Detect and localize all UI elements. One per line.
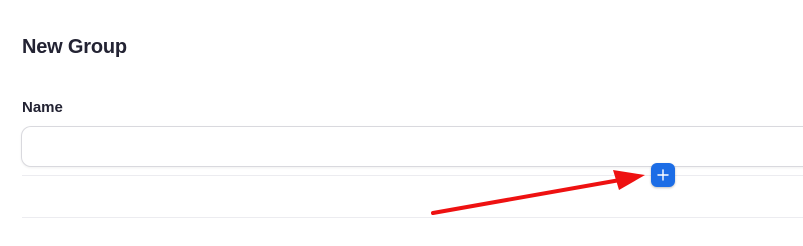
divider (22, 217, 803, 218)
add-button[interactable] (651, 163, 675, 187)
divider (22, 175, 803, 176)
page-title: New Group (22, 36, 127, 58)
name-input[interactable] (21, 126, 803, 167)
plus-icon (657, 169, 669, 181)
name-field-label: Name (22, 99, 63, 116)
